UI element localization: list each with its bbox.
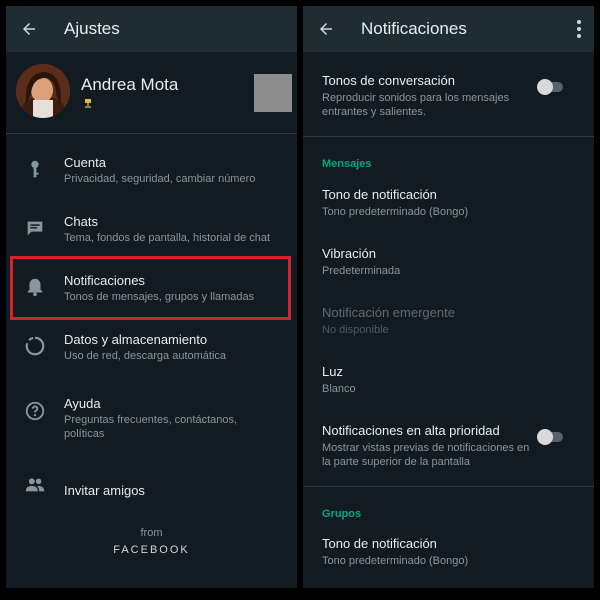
row-label: Luz [322, 364, 343, 379]
data-circle-icon [25, 336, 45, 356]
footer-brand: FACEBOOK [113, 544, 190, 556]
row-subtitle: No disponible [322, 324, 389, 336]
settings-item-subtitle: Tema, fondos de pantalla, historial de c… [64, 232, 271, 244]
settings-item-subtitle: Preguntas frecuentes, contáctanos, polít… [64, 414, 238, 440]
notifications-panel: Notificaciones Tonos de conversación Rep… [303, 6, 594, 588]
footer-from: from [140, 527, 163, 539]
row-label: Tono de notificación [322, 187, 437, 202]
settings-item-label: Ayuda [64, 396, 101, 411]
chat-icon [27, 221, 43, 236]
people-icon [25, 478, 45, 492]
divider [303, 486, 594, 487]
kebab-menu-icon[interactable] [576, 20, 582, 38]
section-header-mensajes: Mensajes [322, 158, 372, 170]
settings-item-ayuda[interactable]: Ayuda Preguntas frecuentes, contáctanos,… [6, 382, 297, 446]
settings-item-label: Cuenta [64, 155, 106, 170]
row-subtitle: Mostrar vistas previas de notificaciones… [322, 442, 530, 468]
settings-item-label: Datos y almacenamiento [64, 332, 208, 347]
settings-item-invitar[interactable]: Invitar amigos [6, 464, 297, 508]
high-priority-row[interactable]: Notificaciones en alta prioridad Mostrar… [322, 423, 537, 469]
key-icon [31, 160, 39, 178]
section-header-grupos: Grupos [322, 508, 362, 520]
row-subtitle: Blanco [322, 383, 356, 395]
row-subtitle: Tono predeterminado (Bongo) [322, 206, 469, 218]
popup-notification-row: Notificación emergente No disponible [322, 305, 537, 337]
trophy-emoji-icon [85, 99, 91, 108]
highlight-box [10, 256, 291, 320]
light-row[interactable]: Luz Blanco [322, 364, 537, 396]
settings-app-bar: Ajustes [6, 6, 297, 52]
arrow-left-icon[interactable] [20, 20, 38, 38]
row-label: Notificaciones en alta prioridad [322, 423, 500, 438]
row-subtitle: Reproducir sonidos para los mensajes ent… [322, 92, 510, 118]
settings-item-label: Chats [64, 214, 98, 229]
vibration-row[interactable]: Vibración Predeterminada [322, 246, 537, 278]
row-label: Tono de notificación [322, 536, 437, 551]
settings-item-subtitle: Uso de red, descarga automática [64, 350, 227, 362]
notifications-title: Notificaciones [361, 19, 467, 38]
settings-item-cuenta[interactable]: Cuenta Privacidad, seguridad, cambiar nú… [6, 146, 297, 202]
message-tone-row[interactable]: Tono de notificación Tono predeterminado… [322, 187, 537, 219]
qr-code-button[interactable] [254, 74, 292, 112]
high-priority-toggle[interactable] [537, 429, 563, 445]
settings-panel: Ajustes Andrea Mota Cuenta Privacidad, s… [6, 6, 297, 588]
row-label: Tonos de conversación [322, 73, 455, 88]
divider [303, 136, 594, 137]
group-tone-row[interactable]: Tono de notificación Tono predeterminado… [322, 536, 537, 568]
settings-item-label: Invitar amigos [64, 483, 145, 498]
row-subtitle: Predeterminada [322, 265, 401, 277]
arrow-left-icon[interactable] [317, 20, 335, 38]
conversation-tones-row[interactable]: Tonos de conversación Reproducir sonidos… [322, 73, 537, 119]
profile-photo [16, 64, 70, 118]
settings-item-subtitle: Privacidad, seguridad, cambiar número [64, 173, 256, 185]
row-subtitle: Tono predeterminado (Bongo) [322, 555, 469, 567]
settings-item-datos[interactable]: Datos y almacenamiento Uso de red, desca… [6, 323, 297, 379]
profile-name[interactable]: Andrea Mota [81, 75, 178, 95]
settings-title: Ajustes [64, 19, 120, 38]
conversation-tones-toggle[interactable] [537, 79, 563, 95]
notifications-app-bar: Notificaciones [303, 6, 594, 52]
help-icon [25, 401, 45, 421]
row-label: Vibración [322, 246, 376, 261]
settings-item-chats[interactable]: Chats Tema, fondos de pantalla, historia… [6, 205, 297, 261]
row-label: Notificación emergente [322, 305, 455, 320]
divider [6, 133, 297, 134]
avatar[interactable] [16, 64, 70, 118]
